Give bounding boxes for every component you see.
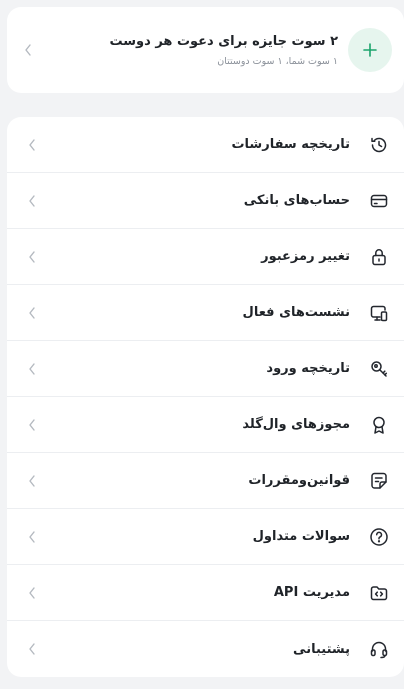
headset-icon xyxy=(368,638,390,660)
key-icon xyxy=(368,358,390,380)
chevron-left-icon xyxy=(25,418,39,432)
credit-card-icon xyxy=(368,190,390,212)
menu-item-label: تاریخچه ورود xyxy=(266,361,350,376)
chevron-left-icon xyxy=(25,250,39,264)
help-icon xyxy=(368,526,390,548)
invite-subtitle: ۱ سوت شما، ۱ سوت دوستتان xyxy=(217,55,338,67)
settings-menu: تاریخچه سفارشات حساب‌های بانکی xyxy=(7,117,404,677)
lock-icon xyxy=(368,246,390,268)
menu-item-label: پشتیبانی xyxy=(293,641,350,657)
api-folder-icon xyxy=(368,582,390,604)
chevron-left-icon xyxy=(25,474,39,488)
menu-item-label: تاریخچه سفارشات xyxy=(231,137,350,152)
chevron-left-icon xyxy=(25,586,39,600)
menu-item-api-management[interactable]: مدیریت API xyxy=(7,565,404,621)
menu-item-label: حساب‌های بانکی xyxy=(243,193,350,208)
menu-item-login-history[interactable]: تاریخچه ورود xyxy=(7,341,404,397)
chevron-left-icon xyxy=(25,362,39,376)
plus-icon[interactable] xyxy=(348,28,392,72)
menu-item-faq[interactable]: سوالات متداول xyxy=(7,509,404,565)
menu-item-label: قوانین‌ومقررات xyxy=(248,473,350,488)
invite-friends-card[interactable]: ۲ سوت جایزه برای دعوت هر دوست ۱ سوت شما،… xyxy=(7,7,404,93)
menu-item-label: نشست‌های فعال xyxy=(242,305,350,320)
profile-page: ۲ سوت جایزه برای دعوت هر دوست ۱ سوت شما،… xyxy=(0,0,404,689)
devices-icon xyxy=(368,302,390,324)
menu-item-wallgold-licenses[interactable]: مجوزهای وال‌گلد xyxy=(7,397,404,453)
award-icon xyxy=(368,414,390,436)
menu-item-support[interactable]: پشتیبانی xyxy=(7,621,404,677)
document-icon xyxy=(368,470,390,492)
chevron-left-icon xyxy=(25,138,39,152)
menu-item-label: تغییر رمزعبور xyxy=(261,249,350,264)
invite-text: ۲ سوت جایزه برای دعوت هر دوست ۱ سوت شما،… xyxy=(35,33,339,68)
menu-item-terms[interactable]: قوانین‌ومقررات xyxy=(7,453,404,509)
menu-item-change-password[interactable]: تغییر رمزعبور xyxy=(7,229,404,285)
chevron-left-icon xyxy=(25,642,39,656)
menu-item-label: سوالات متداول xyxy=(252,529,350,544)
history-icon xyxy=(368,134,390,156)
chevron-left-icon xyxy=(25,194,39,208)
chevron-left-icon xyxy=(25,530,39,544)
chevron-left-icon xyxy=(25,306,39,320)
menu-item-bank-accounts[interactable]: حساب‌های بانکی xyxy=(7,173,404,229)
invite-title: ۲ سوت جایزه برای دعوت هر دوست xyxy=(109,33,339,49)
chevron-left-icon xyxy=(21,43,35,57)
menu-item-label: مدیریت API xyxy=(273,585,350,600)
menu-item-label: مجوزهای وال‌گلد xyxy=(242,417,350,432)
menu-item-active-sessions[interactable]: نشست‌های فعال xyxy=(7,285,404,341)
menu-item-order-history[interactable]: تاریخچه سفارشات xyxy=(7,117,404,173)
